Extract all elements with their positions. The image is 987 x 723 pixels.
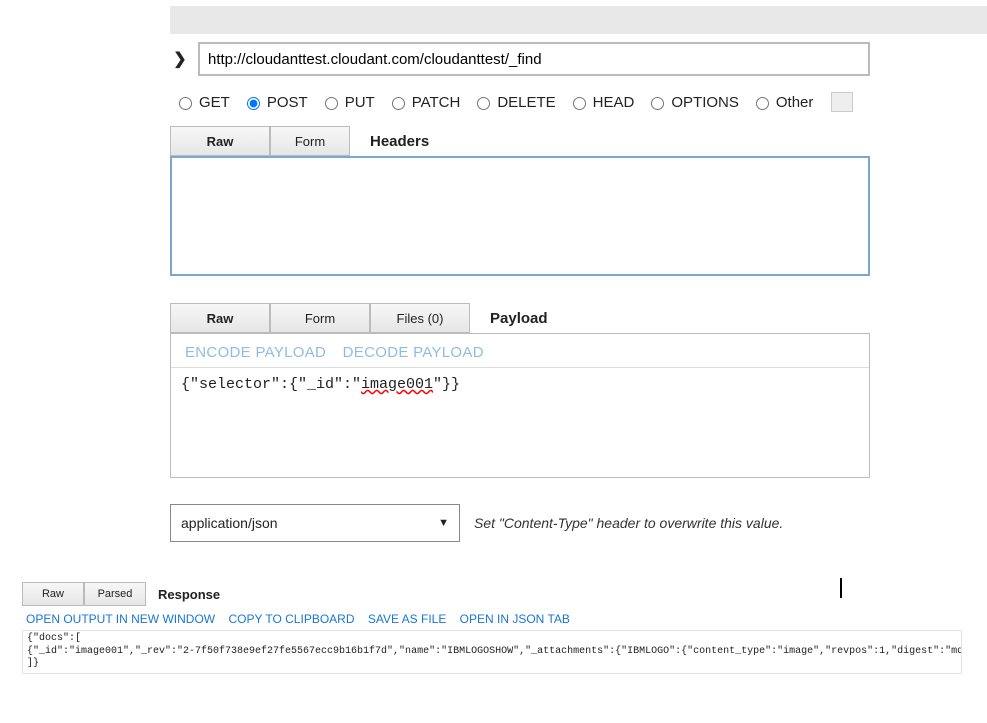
payload-tab-files[interactable]: Files (0)	[370, 303, 470, 333]
method-delete[interactable]: DELETE	[472, 94, 555, 111]
response-link-row: OPEN OUTPUT IN NEW WINDOW COPY TO CLIPBO…	[22, 606, 962, 630]
response-title: Response	[158, 587, 220, 602]
dropdown-caret-icon: ▼	[438, 517, 449, 529]
payload-link-row: ENCODE PAYLOAD DECODE PAYLOAD	[171, 334, 869, 367]
headers-textarea[interactable]	[170, 156, 870, 276]
url-row: ❯	[170, 42, 870, 76]
content-type-value: application/json	[181, 515, 278, 531]
open-output-link[interactable]: OPEN OUTPUT IN NEW WINDOW	[26, 612, 215, 626]
method-other[interactable]: Other	[751, 94, 814, 111]
response-tab-parsed[interactable]: Parsed	[84, 582, 146, 606]
copy-clipboard-link[interactable]: COPY TO CLIPBOARD	[228, 612, 354, 626]
method-options[interactable]: OPTIONS	[646, 94, 739, 111]
response-line: ]}	[27, 658, 957, 671]
method-post[interactable]: POST	[242, 94, 308, 111]
payload-box: ENCODE PAYLOAD DECODE PAYLOAD {"selector…	[170, 333, 870, 478]
headers-title: Headers	[370, 133, 429, 150]
encode-payload-link[interactable]: ENCODE PAYLOAD	[185, 344, 326, 361]
http-method-row: GET POST PUT PATCH DELETE HEAD OPTIONS O…	[170, 92, 870, 112]
open-json-tab-link[interactable]: OPEN IN JSON TAB	[460, 612, 570, 626]
payload-tab-row: Raw Form Files (0) Payload	[170, 303, 870, 333]
payload-text-wavy: image001	[361, 376, 433, 393]
content-type-hint: Set "Content-Type" header to overwrite t…	[474, 515, 783, 531]
response-tab-row: Raw Parsed Response	[22, 582, 962, 606]
url-input[interactable]	[198, 42, 870, 76]
response-line: {"_id":"image001","_rev":"2-7f50f738e9ef…	[27, 646, 957, 659]
response-block: Raw Parsed Response OPEN OUTPUT IN NEW W…	[22, 582, 962, 674]
response-line: {"docs":[	[27, 633, 957, 646]
method-get[interactable]: GET	[174, 94, 230, 111]
text-cursor-icon	[840, 578, 842, 598]
save-file-link[interactable]: SAVE AS FILE	[368, 612, 446, 626]
payload-textarea[interactable]: {"selector":{"_id":"image001"}}	[171, 367, 869, 477]
payload-tab-form[interactable]: Form	[270, 303, 370, 333]
content-type-select[interactable]: application/json ▼	[170, 504, 460, 542]
decode-payload-link[interactable]: DECODE PAYLOAD	[343, 344, 484, 361]
method-head[interactable]: HEAD	[568, 94, 635, 111]
method-patch[interactable]: PATCH	[387, 94, 461, 111]
headers-tab-form[interactable]: Form	[270, 126, 350, 156]
headers-tab-raw[interactable]: Raw	[170, 126, 270, 156]
method-put[interactable]: PUT	[320, 94, 375, 111]
payload-text-suffix: "}}	[433, 376, 460, 393]
headers-tab-row: Raw Form Headers	[170, 126, 870, 156]
payload-text-prefix: {"selector":{"_id":"	[181, 376, 361, 393]
response-body[interactable]: {"docs":[ {"_id":"image001","_rev":"2-7f…	[22, 630, 962, 674]
expand-chevron-icon[interactable]: ❯	[170, 49, 190, 69]
payload-tab-raw[interactable]: Raw	[170, 303, 270, 333]
content-type-row: application/json ▼ Set "Content-Type" he…	[170, 504, 870, 542]
response-tab-raw[interactable]: Raw	[22, 582, 84, 606]
method-other-box[interactable]	[831, 92, 853, 112]
payload-title: Payload	[490, 310, 548, 327]
toolbar-placeholder	[170, 6, 987, 34]
